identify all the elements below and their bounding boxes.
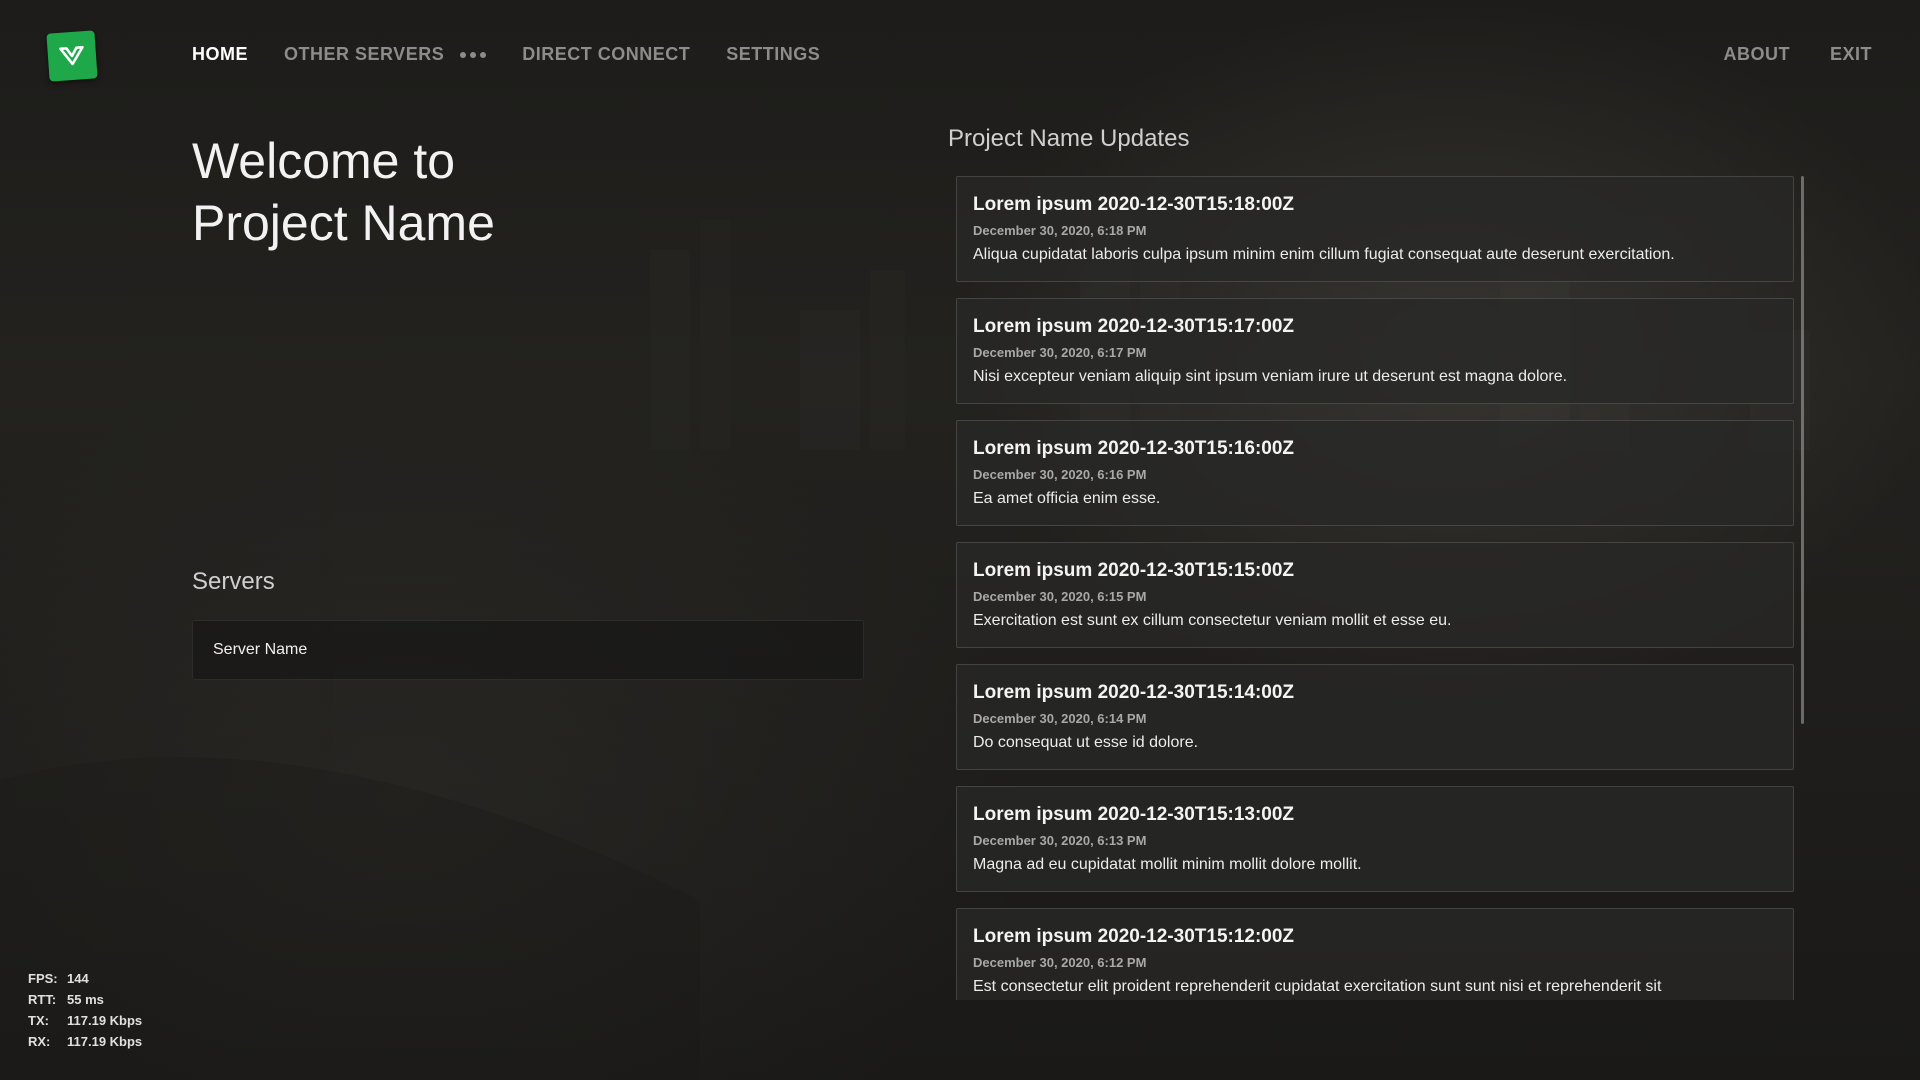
stat-rtt: RTT: 55 ms	[28, 989, 142, 1010]
update-title: Lorem ipsum 2020-12-30T15:12:00Z	[973, 926, 1295, 947]
update-title: Lorem ipsum 2020-12-30T15:18:00Z	[973, 194, 1295, 215]
stat-rx-label: RX:	[28, 1034, 51, 1049]
update-title: Lorem ipsum 2020-12-30T15:15:00Z	[973, 560, 1295, 581]
server-name: Server Name	[213, 641, 308, 658]
server-list-item[interactable]: Server Name	[192, 620, 864, 680]
welcome-line-1: Welcome to	[192, 133, 456, 189]
v-logo-icon[interactable]	[46, 30, 98, 82]
updates-list[interactable]: Lorem ipsum 2020-12-30T15:18:00Z Decembe…	[956, 176, 1794, 1000]
stat-rtt-label: RTT:	[28, 992, 57, 1007]
update-title: Lorem ipsum 2020-12-30T15:17:00Z	[973, 316, 1295, 337]
stat-rtt-value: 55 ms	[67, 992, 104, 1007]
update-body: Do consequat ut esse id dolore.	[973, 734, 1199, 751]
update-body: Ea amet officia enim esse.	[973, 490, 1161, 507]
stat-tx: TX: 117.19 Kbps	[28, 1010, 142, 1031]
updates-scrollbar[interactable]	[1801, 176, 1804, 724]
update-card[interactable]: Lorem ipsum 2020-12-30T15:18:00Z Decembe…	[956, 176, 1794, 282]
update-card[interactable]: Lorem ipsum 2020-12-30T15:13:00Z Decembe…	[956, 786, 1794, 892]
update-date: December 30, 2020, 6:13 PM	[973, 833, 1147, 848]
update-date: December 30, 2020, 6:18 PM	[973, 223, 1147, 238]
update-body: Aliqua cupidatat laboris culpa ipsum min…	[973, 246, 1675, 263]
update-card[interactable]: Lorem ipsum 2020-12-30T15:14:00Z Decembe…	[956, 664, 1794, 770]
stat-rx: RX: 117.19 Kbps	[28, 1031, 142, 1052]
update-body: Est consectetur elit proident reprehende…	[973, 978, 1662, 995]
update-date: December 30, 2020, 6:17 PM	[973, 345, 1147, 360]
update-card[interactable]: Lorem ipsum 2020-12-30T15:16:00Z Decembe…	[956, 420, 1794, 526]
performance-stats: FPS: 144 RTT: 55 ms TX: 117.19 Kbps RX: …	[28, 968, 142, 1052]
top-navigation: HOME OTHER SERVERS DIRECT CONNECT SETTIN…	[0, 0, 1920, 112]
update-date: December 30, 2020, 6:15 PM	[973, 589, 1147, 604]
nav-home[interactable]: HOME	[192, 44, 248, 65]
update-date: December 30, 2020, 6:16 PM	[973, 467, 1147, 482]
stat-fps: FPS: 144	[28, 968, 142, 989]
stat-tx-label: TX:	[28, 1013, 49, 1028]
update-body: Nisi excepteur veniam aliquip sint ipsum…	[973, 368, 1568, 385]
nav-about[interactable]: ABOUT	[1723, 44, 1790, 65]
update-title: Lorem ipsum 2020-12-30T15:16:00Z	[973, 438, 1295, 459]
nav-exit[interactable]: EXIT	[1830, 44, 1872, 65]
update-date: December 30, 2020, 6:12 PM	[973, 955, 1147, 970]
update-title: Lorem ipsum 2020-12-30T15:14:00Z	[973, 682, 1295, 703]
update-card[interactable]: Lorem ipsum 2020-12-30T15:17:00Z Decembe…	[956, 298, 1794, 404]
welcome-line-2: Project Name	[192, 195, 495, 251]
update-body: Exercitation est sunt ex cillum consecte…	[973, 612, 1452, 629]
update-title: Lorem ipsum 2020-12-30T15:13:00Z	[973, 804, 1295, 825]
welcome-heading: Welcome to Project Name	[192, 130, 752, 254]
stat-tx-value: 117.19 Kbps	[67, 1013, 143, 1028]
update-date: December 30, 2020, 6:14 PM	[973, 711, 1147, 726]
stat-fps-value: 144	[67, 971, 89, 986]
nav-other-servers[interactable]: OTHER SERVERS	[284, 44, 444, 65]
update-card[interactable]: Lorem ipsum 2020-12-30T15:12:00Z Decembe…	[956, 908, 1794, 1000]
servers-title: Servers	[192, 568, 275, 595]
updates-title: Project Name Updates	[948, 125, 1190, 152]
nav-left-group: HOME OTHER SERVERS DIRECT CONNECT SETTIN…	[192, 44, 820, 65]
update-card[interactable]: Lorem ipsum 2020-12-30T15:15:00Z Decembe…	[956, 542, 1794, 648]
update-body: Magna ad eu cupidatat mollit minim molli…	[973, 856, 1362, 873]
stat-fps-label: FPS:	[28, 971, 58, 986]
nav-right-group: ABOUT EXIT	[1723, 44, 1872, 65]
nav-direct-connect[interactable]: DIRECT CONNECT	[522, 44, 690, 65]
nav-settings[interactable]: SETTINGS	[726, 44, 820, 65]
stat-rx-value: 117.19 Kbps	[67, 1034, 143, 1049]
ellipsis-icon[interactable]	[460, 51, 487, 58]
